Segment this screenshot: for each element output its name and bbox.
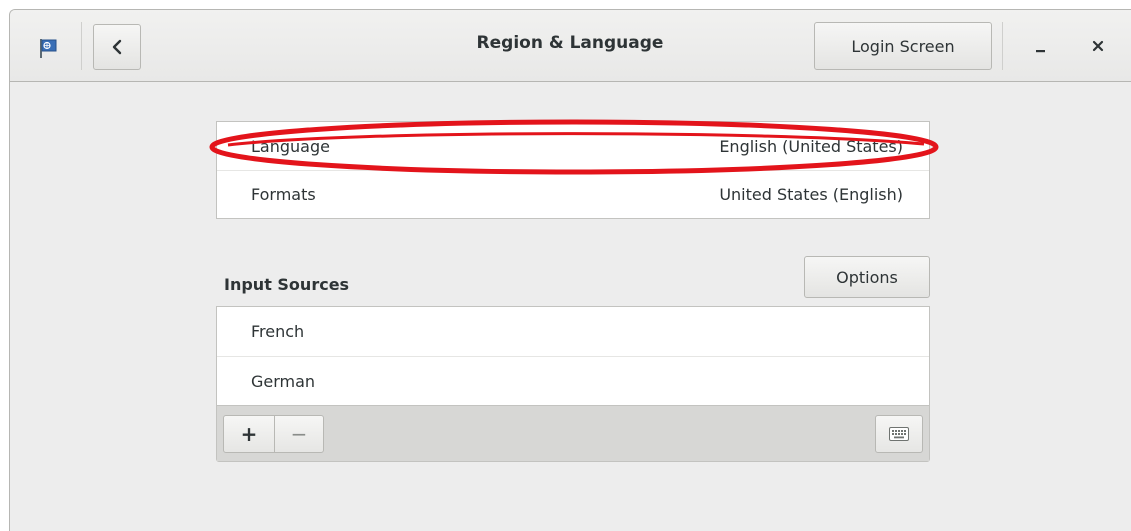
flag-icon [37, 37, 59, 59]
close-icon [1092, 40, 1104, 52]
input-source-label: German [251, 371, 316, 391]
input-sources-toolbar: + − [217, 405, 929, 461]
language-row[interactable]: Language English (United States) [217, 122, 929, 170]
minus-icon: − [290, 422, 308, 446]
header-separator [1002, 22, 1003, 70]
close-button[interactable] [1082, 30, 1114, 62]
input-source-item[interactable]: German [217, 356, 929, 405]
login-screen-button[interactable]: Login Screen [814, 22, 992, 70]
minimize-button[interactable] [1024, 30, 1056, 62]
plus-icon: + [240, 422, 258, 446]
input-source-label: French [251, 322, 305, 341]
input-source-item[interactable]: French [217, 307, 929, 356]
settings-window: Region & Language Login Screen Language … [9, 9, 1131, 531]
input-sources-title: Input Sources [224, 275, 350, 294]
back-button[interactable] [93, 24, 141, 70]
input-sources-list: French German + − [216, 306, 930, 462]
options-button[interactable]: Options [804, 256, 930, 298]
language-label: Language [251, 136, 330, 156]
keyboard-layout-button[interactable] [875, 415, 923, 453]
remove-input-source-button[interactable]: − [274, 415, 324, 453]
add-input-source-button[interactable]: + [223, 415, 275, 453]
formats-row[interactable]: Formats United States (English) [217, 170, 929, 218]
chevron-left-icon [112, 39, 122, 55]
language-value: English (United States) [719, 136, 903, 156]
keyboard-icon [889, 427, 909, 441]
formats-label: Formats [251, 185, 316, 204]
language-formats-list: Language English (United States) Formats… [216, 121, 930, 219]
header-separator [81, 22, 82, 70]
formats-value: United States (English) [719, 185, 903, 204]
header-bar: Region & Language Login Screen [10, 10, 1131, 82]
minimize-icon [1036, 50, 1045, 53]
window-title: Region & Language [476, 33, 664, 53]
